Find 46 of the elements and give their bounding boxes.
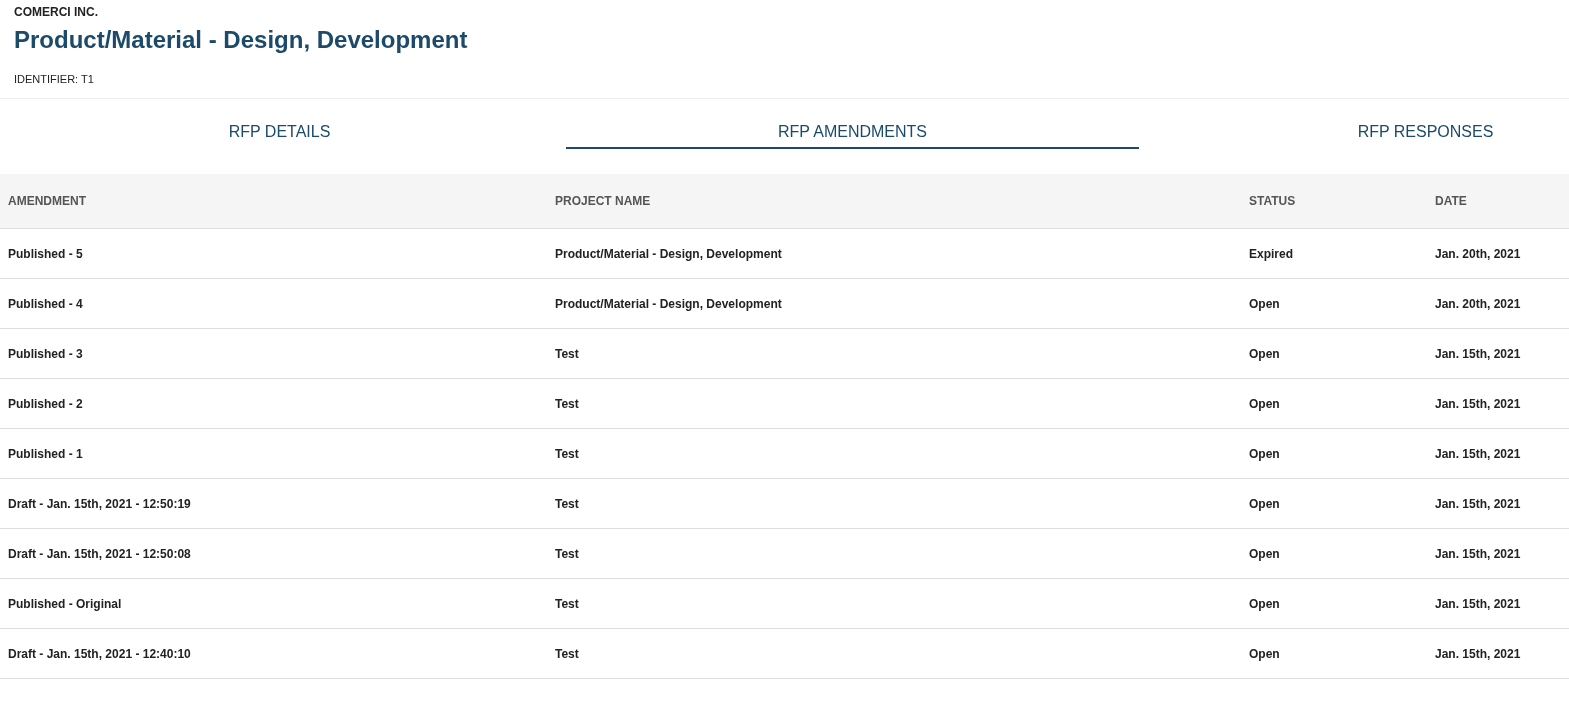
table-cell: Published - Original xyxy=(8,596,122,611)
column-header: DATE xyxy=(1435,194,1467,208)
table-cell: Open xyxy=(1249,596,1280,611)
table-cell: Draft - Jan. 15th, 2021 - 12:40:10 xyxy=(8,646,191,661)
table-cell: Open xyxy=(1249,646,1280,661)
tab[interactable]: RFP DETAILS xyxy=(0,117,566,149)
table-cell: Jan. 15th, 2021 xyxy=(1435,346,1521,361)
tab[interactable]: RFP RESPONSES xyxy=(1139,117,1569,149)
table-cell: Published - 2 xyxy=(8,396,83,411)
table-cell: Published - 4 xyxy=(8,296,83,311)
table-cell: Test xyxy=(555,346,579,361)
table-cell: Test xyxy=(555,546,579,561)
table-cell: Jan. 15th, 2021 xyxy=(1435,596,1521,611)
table-cell: Open xyxy=(1249,396,1280,411)
table-cell: Jan. 15th, 2021 xyxy=(1435,446,1521,461)
table-cell: Jan. 15th, 2021 xyxy=(1435,646,1521,661)
page-title: Product/Material - Design, Development xyxy=(14,25,468,55)
table-cell: Jan. 15th, 2021 xyxy=(1435,496,1521,511)
column-header: AMENDMENT xyxy=(8,194,86,208)
tab[interactable]: RFP AMENDMENTS xyxy=(566,117,1139,149)
table-cell: Open xyxy=(1249,496,1280,511)
table-cell: Open xyxy=(1249,296,1280,311)
table-cell: Jan. 20th, 2021 xyxy=(1435,296,1521,311)
company-name: COMERCI INC. xyxy=(14,5,98,19)
table-cell: Expired xyxy=(1249,246,1293,261)
column-header: PROJECT NAME xyxy=(555,194,651,208)
table-cell: Published - 1 xyxy=(8,446,83,461)
table-cell: Test xyxy=(555,596,579,611)
table-cell: Product/Material - Design, Development xyxy=(555,246,782,261)
table-cell: Test xyxy=(555,446,579,461)
table-cell: Jan. 15th, 2021 xyxy=(1435,546,1521,561)
column-header: STATUS xyxy=(1249,194,1296,208)
table-cell: Jan. 15th, 2021 xyxy=(1435,396,1521,411)
table-cell: Jan. 20th, 2021 xyxy=(1435,246,1521,261)
table-cell: Test xyxy=(555,396,579,411)
table-cell: Open xyxy=(1249,546,1280,561)
table-cell: Open xyxy=(1249,446,1280,461)
table-cell: Product/Material - Design, Development xyxy=(555,296,782,311)
table-cell: Draft - Jan. 15th, 2021 - 12:50:19 xyxy=(8,496,191,511)
table-cell: Published - 3 xyxy=(8,346,83,361)
table-cell: Open xyxy=(1249,346,1280,361)
table-cell: Test xyxy=(555,646,579,661)
table-cell: Test xyxy=(555,496,579,511)
table-cell: Draft - Jan. 15th, 2021 - 12:50:08 xyxy=(8,546,191,561)
identifier-label: IDENTIFIER: T1 xyxy=(14,72,94,86)
table-cell: Published - 5 xyxy=(8,246,83,261)
